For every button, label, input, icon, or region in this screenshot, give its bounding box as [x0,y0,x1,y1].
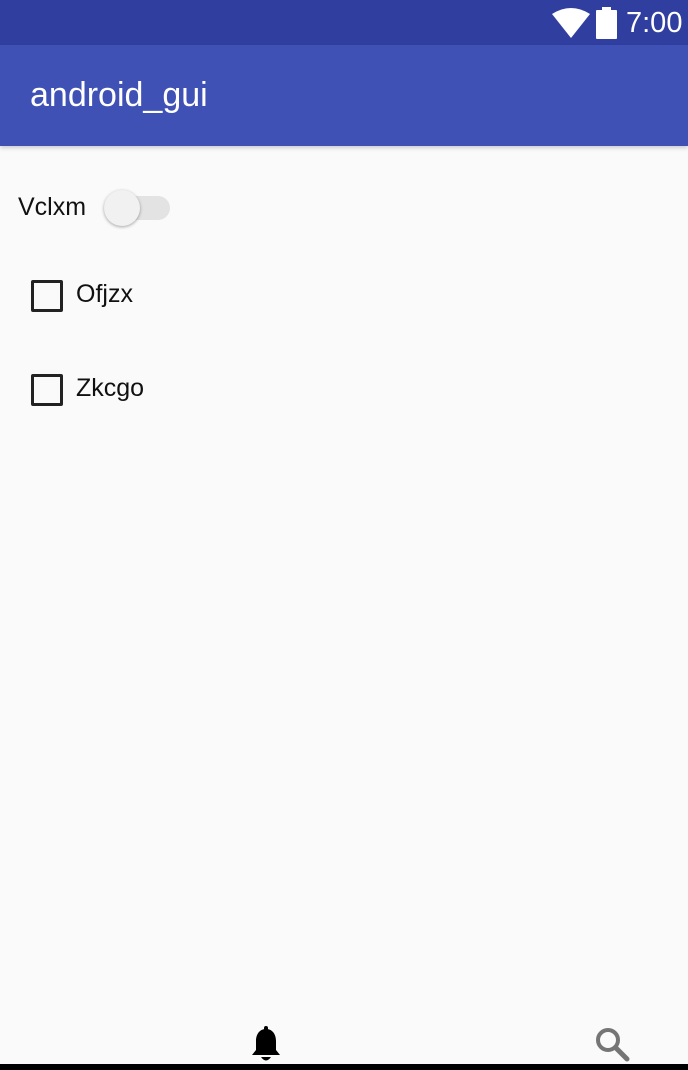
app-bar: android_gui [0,45,688,146]
zkcgo-checkbox[interactable]: Zkcgo [30,373,230,411]
status-bar: 7:00 [0,0,688,45]
status-time: 7:00 [626,7,683,39]
checkbox-box[interactable] [31,374,63,406]
battery-icon [596,7,617,39]
checkbox-box[interactable] [31,280,63,312]
bottom-divider [0,1064,688,1070]
vclxm-switch[interactable]: Vclxm [18,186,170,228]
checkbox-label: Ofjzx [76,280,133,308]
wifi-icon [552,8,590,38]
app-title: android_gui [30,76,208,114]
switch-thumb[interactable] [104,190,140,226]
switch-label: Vclxm [18,193,87,221]
search-icon[interactable] [595,1027,630,1062]
ofjzx-checkbox[interactable]: Ofjzx [30,279,230,317]
bell-icon[interactable] [250,1026,282,1064]
checkbox-label: Zkcgo [76,374,145,402]
